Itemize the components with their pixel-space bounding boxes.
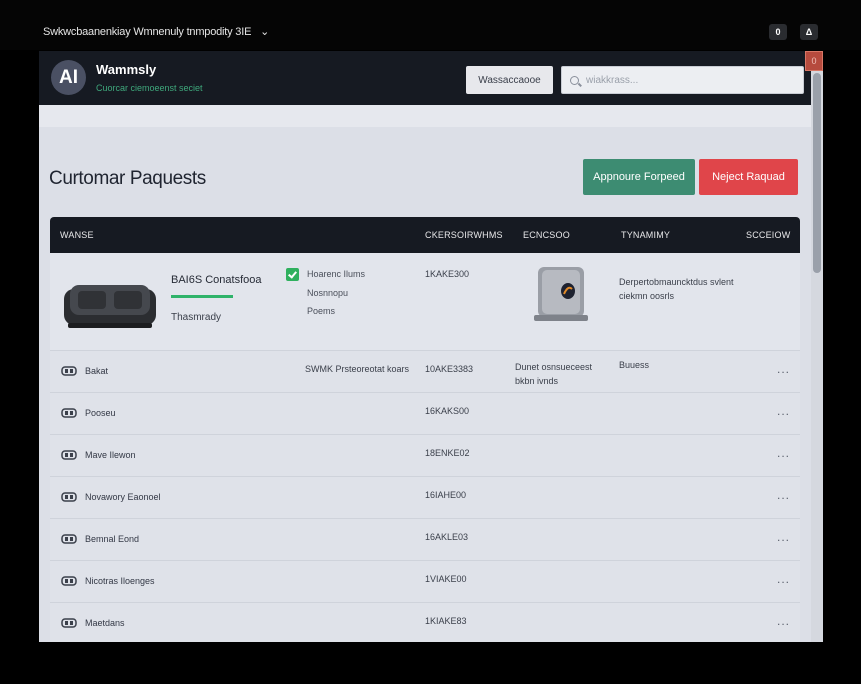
row-name: Pooseu	[85, 408, 116, 418]
column-header-status[interactable]: ECNCSOO	[523, 230, 570, 240]
sub-header-band	[39, 105, 811, 127]
row-status: Dunet osnsueceest bkbn ivnds	[515, 362, 593, 386]
app-header: AI Wammsly Cuorcar ciemoeenst seciet Was…	[39, 51, 823, 105]
more-options-icon[interactable]: ...	[777, 404, 790, 418]
expanded-request-row[interactable]: BAI6S Conatsfooa Thasmrady Hoarenc Ilums…	[50, 253, 800, 351]
table-row[interactable]: Mave Ilewon 18ENKE02 ...	[50, 435, 800, 477]
serial-number: 1KAKE300	[425, 269, 470, 279]
row-name: Maetdans	[85, 618, 125, 628]
column-header-serial[interactable]: CKERSOIRWHMS	[425, 230, 503, 240]
feature-item: Hoarenc Ilums	[307, 269, 366, 279]
brand-name: Wammsly	[96, 62, 157, 77]
more-options-icon[interactable]: ...	[777, 446, 790, 460]
product-progress-bar	[171, 295, 233, 298]
product-subtitle: Thasmrady	[171, 312, 222, 323]
row-serial: 18ENKE02	[425, 448, 470, 458]
more-options-icon[interactable]: ...	[777, 362, 790, 376]
checkmark-icon[interactable]	[286, 268, 299, 281]
row-serial: 10AKE3383	[425, 364, 474, 374]
device-icon	[61, 534, 77, 544]
row-serial: 1VIAKE00	[425, 574, 467, 584]
approve-request-button[interactable]: Appnoure Forpeed	[583, 159, 695, 195]
device-icon	[61, 408, 77, 418]
window-title: Swkwcbaanenkiay Wmnenuly tnmpodity 3IE ⌄	[43, 26, 270, 38]
more-options-icon[interactable]: ...	[777, 530, 790, 544]
table-row[interactable]: Pooseu 16KAKS00 ...	[50, 393, 800, 435]
router-image	[534, 267, 588, 321]
app-window: AI Wammsly Cuorcar ciemoeenst seciet Was…	[39, 51, 823, 642]
feature-item: Poems	[307, 306, 336, 316]
row-name: Mave Ilewon	[85, 450, 136, 460]
scrollbar-thumb[interactable]	[813, 73, 821, 273]
device-icon	[61, 450, 77, 460]
os-title-bar: Swkwcbaanenkiay Wmnenuly tnmpodity 3IE ⌄…	[0, 0, 861, 50]
table-row[interactable]: Novawory Eaonoel 16IAHE00 ...	[50, 477, 800, 519]
table-row[interactable]: Bakat SWMK Prsteoreotat koars 10AKE3383 …	[50, 351, 800, 393]
search-icon	[570, 75, 579, 85]
row-description: SWMK Prsteoreotat koars	[305, 364, 410, 374]
table-row[interactable]: Maetdans 1KIAKE83 ...	[50, 603, 800, 642]
window-control-left[interactable]: 0	[769, 24, 787, 40]
row-warranty: Buuess	[619, 360, 650, 370]
row-serial: 1KIAKE83	[425, 616, 467, 626]
column-header-warranty[interactable]: TYNAMIMY	[621, 230, 670, 240]
chevron-down-icon[interactable]: ⌄	[260, 26, 269, 38]
requests-table: WANSE CKERSOIRWHMS ECNCSOO TYNAMIMY SCCE…	[50, 217, 800, 642]
table-row[interactable]: Bemnal Eond 16AKLE03 ...	[50, 519, 800, 561]
row-serial: 16KAKS00	[425, 406, 470, 416]
more-options-icon[interactable]: ...	[777, 572, 790, 586]
table-header: WANSE CKERSOIRWHMS ECNCSOO TYNAMIMY SCCE…	[50, 217, 800, 253]
device-icon	[61, 366, 77, 376]
device-icon	[61, 576, 77, 586]
more-options-icon[interactable]: ...	[777, 488, 790, 502]
search-box[interactable]	[561, 66, 804, 94]
header-button[interactable]: Wassaccaooe	[466, 66, 553, 94]
device-icon	[61, 618, 77, 628]
search-input[interactable]	[586, 74, 786, 86]
row-name: Novawory Eaonoel	[85, 492, 161, 502]
device-image	[64, 285, 156, 328]
row-serial: 16AKLE03	[425, 532, 469, 542]
logo-avatar: AI	[51, 60, 86, 95]
window-control-right[interactable]: Δ	[800, 24, 818, 40]
reject-request-button[interactable]: Neject Raquad	[699, 159, 798, 195]
product-description: Derpertobmauncktdus svlent ciekmn oosrls	[619, 277, 734, 301]
row-name: Bemnal Eond	[85, 534, 140, 544]
device-icon	[61, 492, 77, 502]
column-header-name[interactable]: WANSE	[60, 230, 94, 240]
row-name: Nicotras Iloenges	[85, 576, 155, 586]
product-name: BAI6S Conatsfooa	[171, 274, 262, 286]
feature-item: Nosnnopu	[307, 288, 349, 298]
scrollbar[interactable]	[811, 71, 823, 642]
column-header-section[interactable]: SCCEIOW	[746, 230, 790, 240]
row-name: Bakat	[85, 366, 109, 376]
table-row[interactable]: Nicotras Iloenges 1VIAKE00 ...	[50, 561, 800, 603]
notification-badge[interactable]: 0	[805, 51, 823, 71]
brand-subtitle: Cuorcar ciemoeenst seciet	[96, 83, 203, 93]
row-serial: 16IAHE00	[425, 490, 467, 500]
page-title: Curtomar Paquests	[49, 168, 206, 189]
more-options-icon[interactable]: ...	[777, 614, 790, 628]
